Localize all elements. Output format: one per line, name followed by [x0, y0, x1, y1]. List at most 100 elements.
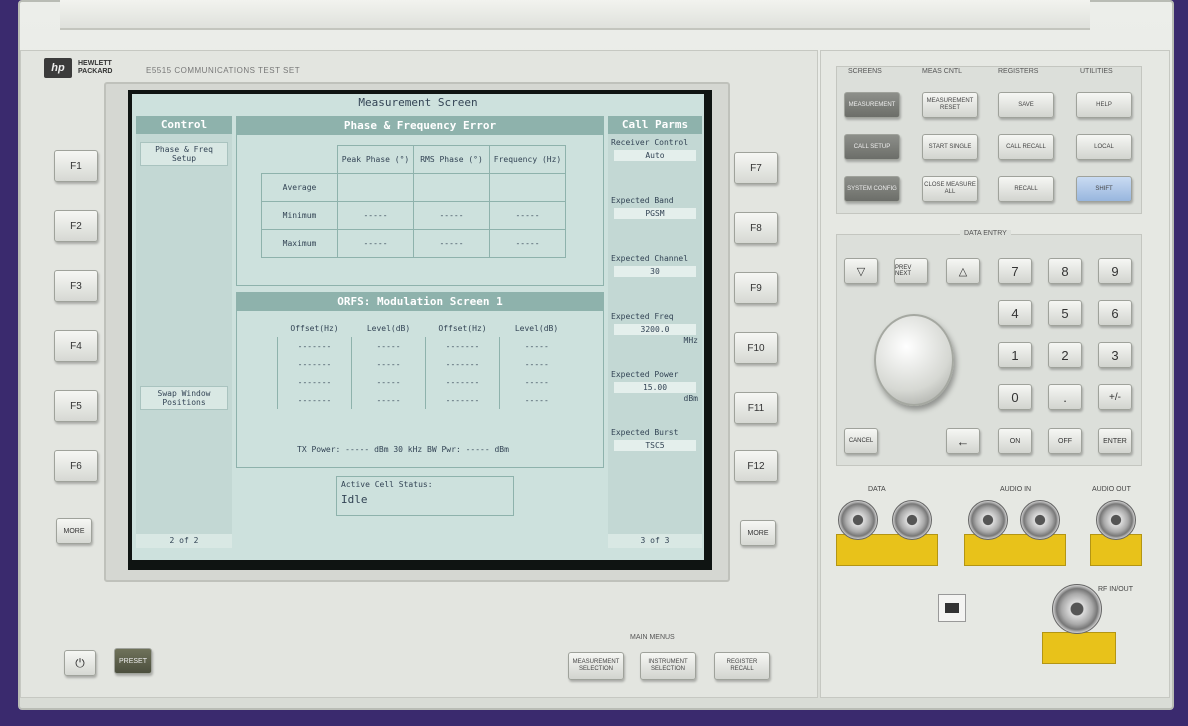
measurement-screen-button[interactable]: MEASUREMENT: [844, 92, 900, 118]
preset-button[interactable]: PRESET: [114, 648, 152, 674]
f4-key[interactable]: F4: [54, 330, 98, 362]
call-parm-value: 30: [614, 266, 696, 277]
f10-key[interactable]: F10: [734, 332, 778, 364]
brand-name-line1: HEWLETT: [78, 60, 112, 67]
rf-warning-label: [1042, 632, 1116, 664]
key-0[interactable]: 0: [998, 384, 1032, 410]
key-6[interactable]: 6: [1098, 300, 1132, 326]
start-single-button[interactable]: START SINGLE: [922, 134, 978, 160]
audio-in-lo-connector[interactable]: [1020, 500, 1060, 540]
standby-button[interactable]: ⏻: [64, 650, 96, 676]
table-row: Maximum ----- ----- -----: [261, 229, 566, 258]
control-item-swap-window[interactable]: Swap Window Positions: [140, 386, 228, 410]
instrument-selection-button[interactable]: INSTRUMENT SELECTION: [640, 652, 696, 680]
f2-key[interactable]: F2: [54, 210, 98, 242]
close-measure-all-button[interactable]: CLOSE MEASURE ALL: [922, 176, 978, 202]
f7-key[interactable]: F7: [734, 152, 778, 184]
measurement-reset-button[interactable]: MEASUREMENT RESET: [922, 92, 978, 118]
cancel-key[interactable]: CANCEL: [844, 428, 878, 454]
prev-next-key[interactable]: PREV NEXT: [894, 258, 928, 284]
register-recall-button[interactable]: REGISTER RECALL: [714, 652, 770, 680]
call-parm-label: Expected Channel: [608, 252, 702, 265]
key-3[interactable]: 3: [1098, 342, 1132, 368]
lan-port[interactable]: [938, 594, 966, 622]
control-item-phase-freq-setup[interactable]: Phase & Freq Setup: [140, 142, 228, 166]
more-right-key[interactable]: MORE: [740, 520, 776, 546]
top-handle-strip: [60, 0, 1090, 30]
on-key[interactable]: ON: [998, 428, 1032, 454]
recall-button[interactable]: RECALL: [998, 176, 1054, 202]
f8-key[interactable]: F8: [734, 212, 778, 244]
call-parm-expected-power[interactable]: Expected Power 15.00 dBm: [608, 368, 702, 403]
row-label: Average: [261, 173, 338, 202]
audio-in-hi-connector[interactable]: [968, 500, 1008, 540]
off-key[interactable]: OFF: [1048, 428, 1082, 454]
table-cell: -----: [499, 337, 574, 355]
help-button[interactable]: HELP: [1076, 92, 1132, 118]
f5-key[interactable]: F5: [54, 390, 98, 422]
call-parm-expected-burst[interactable]: Expected Burst TSC5: [608, 426, 702, 452]
data-hi-connector[interactable]: [838, 500, 878, 540]
key-7[interactable]: 7: [998, 258, 1032, 284]
orfs-panel: ORFS: Modulation Screen 1 Offset(Hz) Lev…: [236, 292, 604, 468]
table-row: Peak Phase (°) RMS Phase (°) Frequency (…: [262, 145, 566, 174]
key-decimal[interactable]: .: [1048, 384, 1082, 410]
measurement-selection-button[interactable]: MEASUREMENT SELECTION: [568, 652, 624, 680]
data-lo-connector[interactable]: [892, 500, 932, 540]
f6-key[interactable]: F6: [54, 450, 98, 482]
rotary-knob[interactable]: [874, 314, 954, 406]
table-cell: -----: [413, 229, 490, 258]
call-parm-expected-band[interactable]: Expected Band PGSM: [608, 194, 702, 220]
f11-key[interactable]: F11: [734, 392, 778, 424]
call-parm-expected-channel[interactable]: Expected Channel 30: [608, 252, 702, 278]
column-header: Peak Phase (°): [337, 145, 414, 174]
table-row: Offset(Hz) Level(dB) Offset(Hz) Level(dB…: [278, 319, 574, 337]
more-left-key[interactable]: MORE: [56, 518, 92, 544]
screen-title: Measurement Screen: [358, 96, 478, 109]
row-label: Minimum: [261, 201, 338, 230]
call-recall-button[interactable]: CALL RECALL: [998, 134, 1054, 160]
call-parms-column: Call Parms Receiver Control Auto Expecte…: [608, 116, 702, 548]
audio-out-connector[interactable]: [1096, 500, 1136, 540]
key-9[interactable]: 9: [1098, 258, 1132, 284]
save-button[interactable]: SAVE: [998, 92, 1054, 118]
audio-in-warning-label: [964, 534, 1066, 566]
column-header: Level(dB): [514, 323, 559, 333]
control-header: Control: [136, 116, 232, 134]
key-2[interactable]: 2: [1048, 342, 1082, 368]
up-arrow-key[interactable]: △: [946, 258, 980, 284]
key-5[interactable]: 5: [1048, 300, 1082, 326]
local-button[interactable]: LOCAL: [1076, 134, 1132, 160]
f12-key[interactable]: F12: [734, 450, 778, 482]
table-cell: -------: [425, 373, 500, 391]
key-1[interactable]: 1: [998, 342, 1032, 368]
shift-button[interactable]: SHIFT: [1076, 176, 1132, 202]
table-cell: [413, 173, 490, 202]
f1-key[interactable]: F1: [54, 150, 98, 182]
table-cell: -----: [489, 229, 566, 258]
f9-key[interactable]: F9: [734, 272, 778, 304]
hp-logo: hp: [44, 58, 72, 78]
call-parm-receiver-control[interactable]: Receiver Control Auto: [608, 136, 702, 162]
column-header: Frequency (Hz): [489, 145, 566, 174]
column-header: RMS Phase (°): [413, 145, 490, 174]
table-cell: -------: [277, 391, 352, 409]
call-parm-value: PGSM: [614, 208, 696, 219]
table-cell: -----: [351, 391, 426, 409]
system-config-button[interactable]: SYSTEM CONFIG: [844, 176, 900, 202]
table-cell: -------: [277, 337, 352, 355]
call-setup-button[interactable]: CALL SETUP: [844, 134, 900, 160]
model-label: E5515 COMMUNICATIONS TEST SET: [146, 66, 301, 75]
key-8[interactable]: 8: [1048, 258, 1082, 284]
main-menus-label: MAIN MENUS: [630, 634, 675, 641]
rf-in-out-connector[interactable]: [1052, 584, 1102, 634]
call-parm-expected-freq[interactable]: Expected Freq 3200.0 MHz: [608, 310, 702, 345]
down-arrow-key[interactable]: ▽: [844, 258, 878, 284]
meas-cntl-group-label: MEAS CNTL: [922, 68, 963, 75]
key-plus-minus[interactable]: +/-: [1098, 384, 1132, 410]
key-4[interactable]: 4: [998, 300, 1032, 326]
table-cell: -----: [337, 201, 414, 230]
enter-key[interactable]: ENTER: [1098, 428, 1132, 454]
backspace-key[interactable]: ←: [946, 428, 980, 454]
f3-key[interactable]: F3: [54, 270, 98, 302]
